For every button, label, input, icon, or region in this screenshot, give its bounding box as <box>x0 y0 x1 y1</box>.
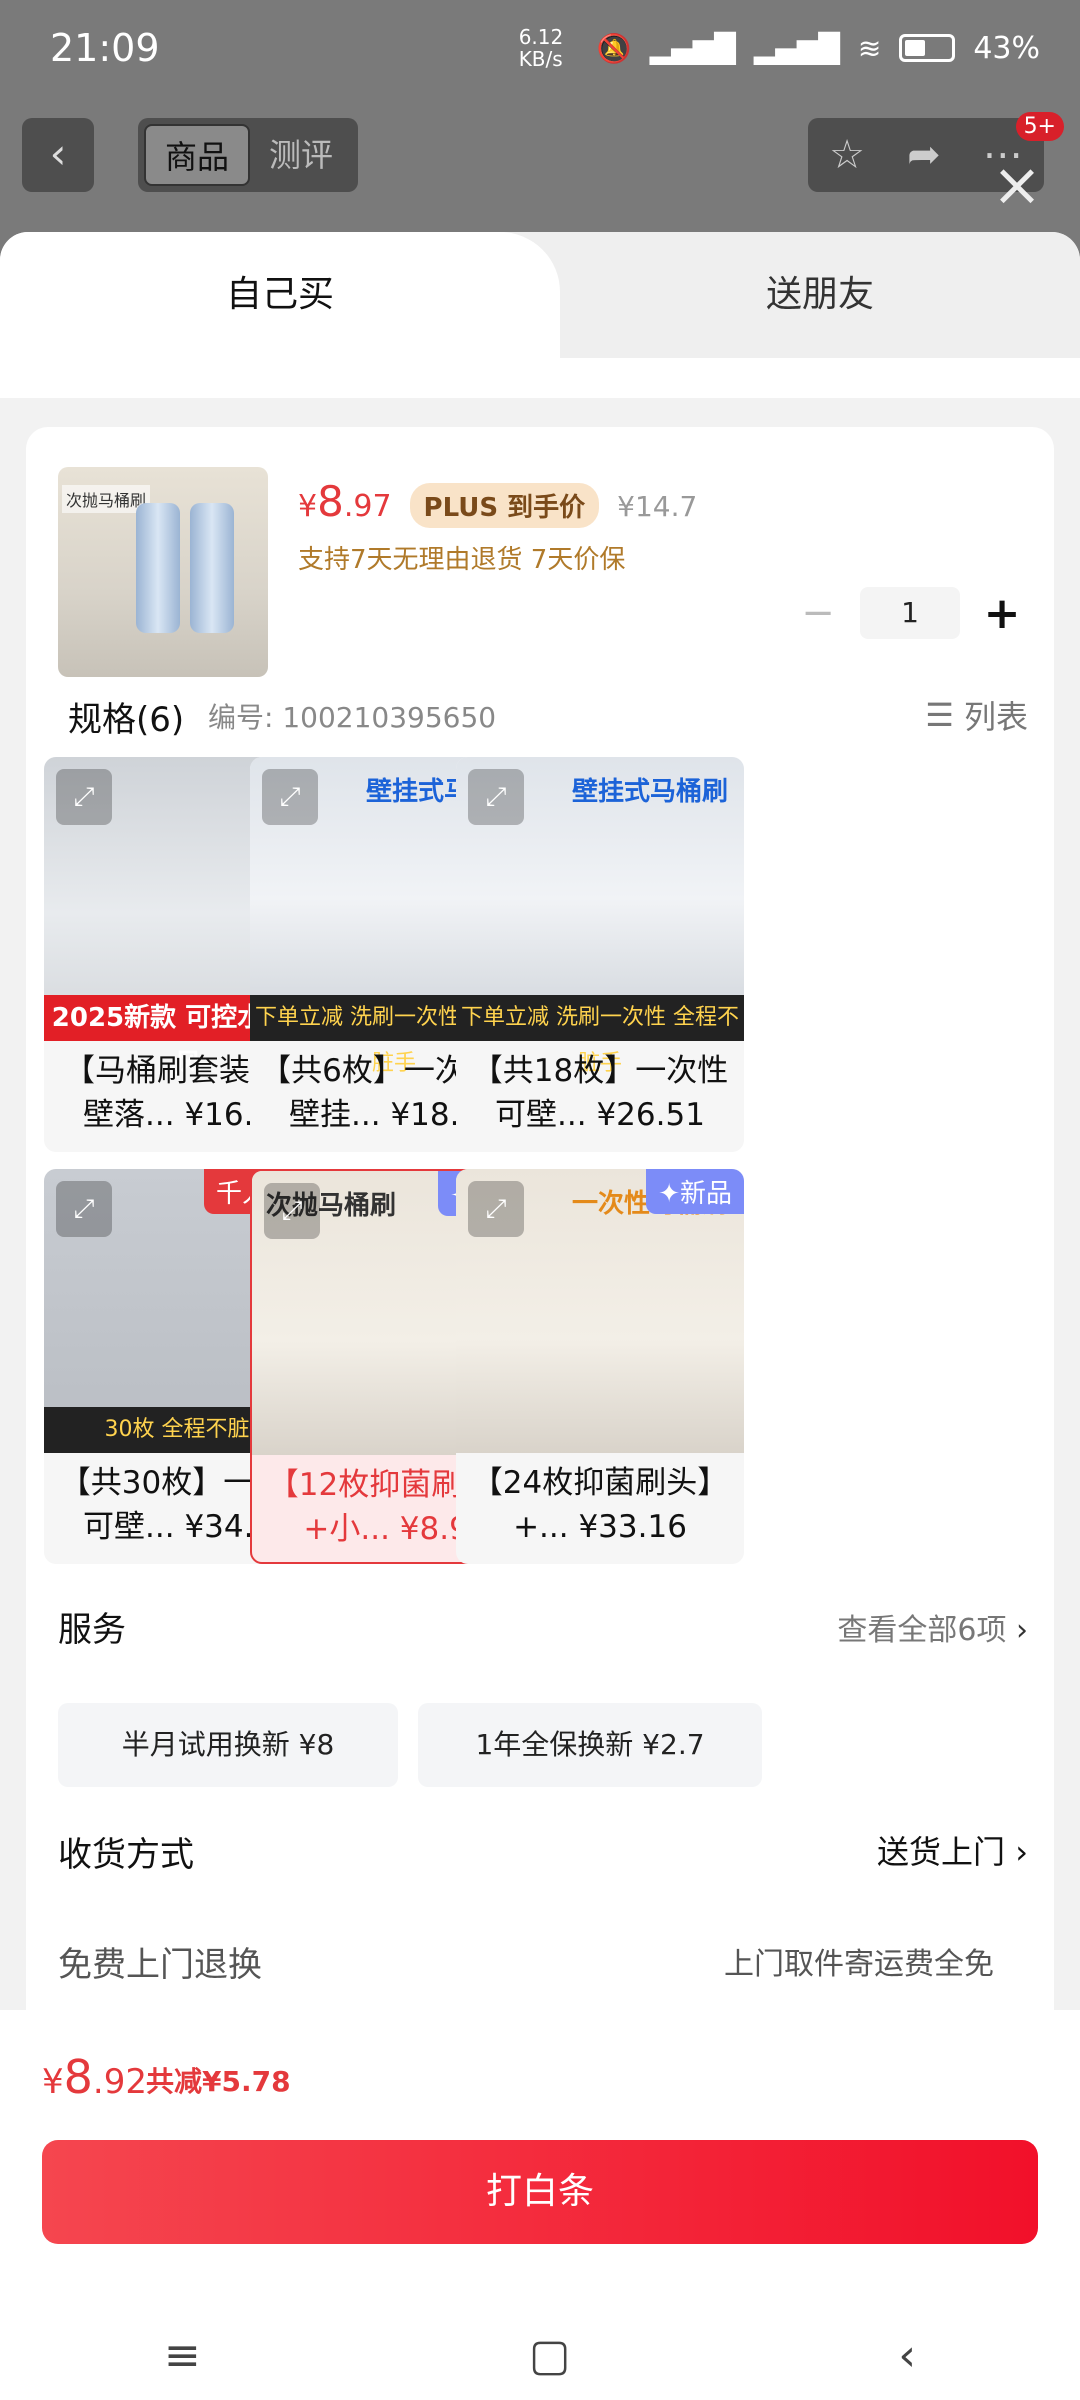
bottom-bar: ¥8.92 共减¥5.78 打白条 ≡ ▢ ‹ <box>0 2010 1080 2400</box>
menu-icon[interactable]: ≡ <box>164 2330 201 2381</box>
back-button[interactable]: ‹ <box>22 118 94 192</box>
quantity-stepper: − 1 + <box>798 587 1022 639</box>
system-nav: ≡ ▢ ‹ <box>0 2310 1080 2400</box>
view-all-services[interactable]: 查看全部6项 › <box>837 1605 1028 1649</box>
expand-icon[interactable]: ⤢ <box>468 1181 524 1237</box>
variant-image-band: 下单立减 洗刷一次性 全程不脏手 <box>456 995 744 1076</box>
signal2-icon: ▂▄▆█ <box>753 31 840 65</box>
current-price: ¥8.97 <box>298 477 392 526</box>
tab-send-friend[interactable]: 送朋友 <box>560 232 1080 358</box>
decrease-button[interactable]: − <box>798 590 838 636</box>
thumbnail-tube <box>190 503 234 633</box>
increase-button[interactable]: + <box>982 588 1022 639</box>
delivery-method[interactable]: 送货上门 › <box>877 1827 1028 1873</box>
price-row: ¥8.97 PLUS 到手价 ¥14.7 <box>298 477 697 528</box>
back-icon[interactable]: ‹ <box>898 2330 916 2381</box>
total-discount: 共减¥5.78 <box>146 2065 291 2098</box>
battery-icon <box>899 34 956 62</box>
variant-option[interactable]: 壁挂式马桶刷 下单立减 洗刷一次性 全程不脏手 ⤢ 【共18枚】一次性可壁...… <box>456 757 744 1152</box>
options-card: 次抛马桶刷 ¥8.97 PLUS 到手价 ¥14.7 支持7天无理由退货 7天价… <box>26 427 1054 2217</box>
free-return-value: 上门取件寄运费全免 <box>724 1947 994 1982</box>
list-label: 列表 <box>963 698 1028 736</box>
quantity-value[interactable]: 1 <box>860 587 960 639</box>
tab-fill <box>0 358 1080 398</box>
share-icon[interactable]: ➦ <box>907 132 941 178</box>
services-label: 服务 <box>58 1610 126 1650</box>
status-icons: 6.12 KB/s 🔕 ▂▄▆█ ▂▄▆█ ≋ 43% <box>519 26 1040 70</box>
list-view-toggle[interactable]: ☰ 列表 <box>925 692 1028 738</box>
expand-icon[interactable]: ⤢ <box>264 1183 320 1239</box>
battery-percent: 43% <box>973 30 1040 66</box>
variant-option[interactable]: 一次性马桶刷 ⤢ ✦新品 【24枚抑菌刷头】+... ¥33.16 <box>456 1169 744 1564</box>
status-time: 21:09 <box>50 26 160 70</box>
spec-title: 规格(6) <box>68 700 185 740</box>
net-speed: 6.12 KB/s <box>518 25 564 71</box>
delivery-label: 收货方式 <box>58 1835 194 1875</box>
wifi-icon: ≋ <box>857 31 882 65</box>
list-icon: ☰ <box>925 696 954 734</box>
service-chip[interactable]: 1年全保换新 ¥2.7 <box>418 1703 762 1787</box>
message-badge: 5+ <box>1015 112 1064 141</box>
status-bar: 21:09 6.12 KB/s 🔕 ▂▄▆█ ▂▄▆█ ≋ 43% <box>0 0 1080 100</box>
home-icon[interactable]: ▢ <box>529 2330 571 2381</box>
chevron-right-icon: › <box>1016 1613 1028 1648</box>
product-top-nav: ‹ 商品 测评 ☆ ➦ ⋯ 5+ <box>0 112 1080 198</box>
new-tag: ✦新品 <box>646 1169 744 1214</box>
tab-goods[interactable]: 商品 <box>144 124 250 186</box>
expand-icon[interactable]: ⤢ <box>56 769 112 825</box>
original-price: ¥14.7 <box>617 490 698 523</box>
star-icon[interactable]: ☆ <box>829 132 865 178</box>
product-thumbnail[interactable]: 次抛马桶刷 <box>58 467 268 677</box>
service-chip[interactable]: 半月试用换新 ¥8 <box>58 1703 398 1787</box>
close-icon[interactable]: × <box>982 150 1052 220</box>
variant-name: 【共18枚】一次性可壁... ¥26.51 <box>471 1053 729 1133</box>
chevron-right-icon: › <box>1015 1833 1028 1871</box>
thumbnail-tube <box>136 503 180 633</box>
pay-button[interactable]: 打白条 <box>42 2140 1038 2244</box>
page-segment: 商品 测评 <box>138 118 358 192</box>
tab-review[interactable]: 测评 <box>250 124 352 186</box>
expand-icon[interactable]: ⤢ <box>56 1181 112 1237</box>
variant-name: 【24枚抑菌刷头】+... ¥33.16 <box>471 1465 729 1545</box>
expand-icon[interactable]: ⤢ <box>262 769 318 825</box>
sheet-tabs: 自己买 送朋友 <box>0 232 1080 358</box>
mute-icon: 🔕 <box>596 31 632 65</box>
spec-header: 规格(6) 编号: 100210395650 ☰ 列表 <box>68 682 1028 742</box>
plus-price-tag: PLUS 到手价 <box>409 483 600 528</box>
expand-icon[interactable]: ⤢ <box>468 769 524 825</box>
return-policy: 支持7天无理由退货 7天价保 <box>298 545 626 575</box>
total-price: ¥8.92 <box>42 2050 147 2104</box>
product-code: 编号: 100210395650 <box>208 701 497 734</box>
free-return-label: 免费上门退换 <box>58 1945 262 1985</box>
signal-icon: ▂▄▆█ <box>649 31 736 65</box>
tab-self-buy[interactable]: 自己买 <box>0 232 560 358</box>
